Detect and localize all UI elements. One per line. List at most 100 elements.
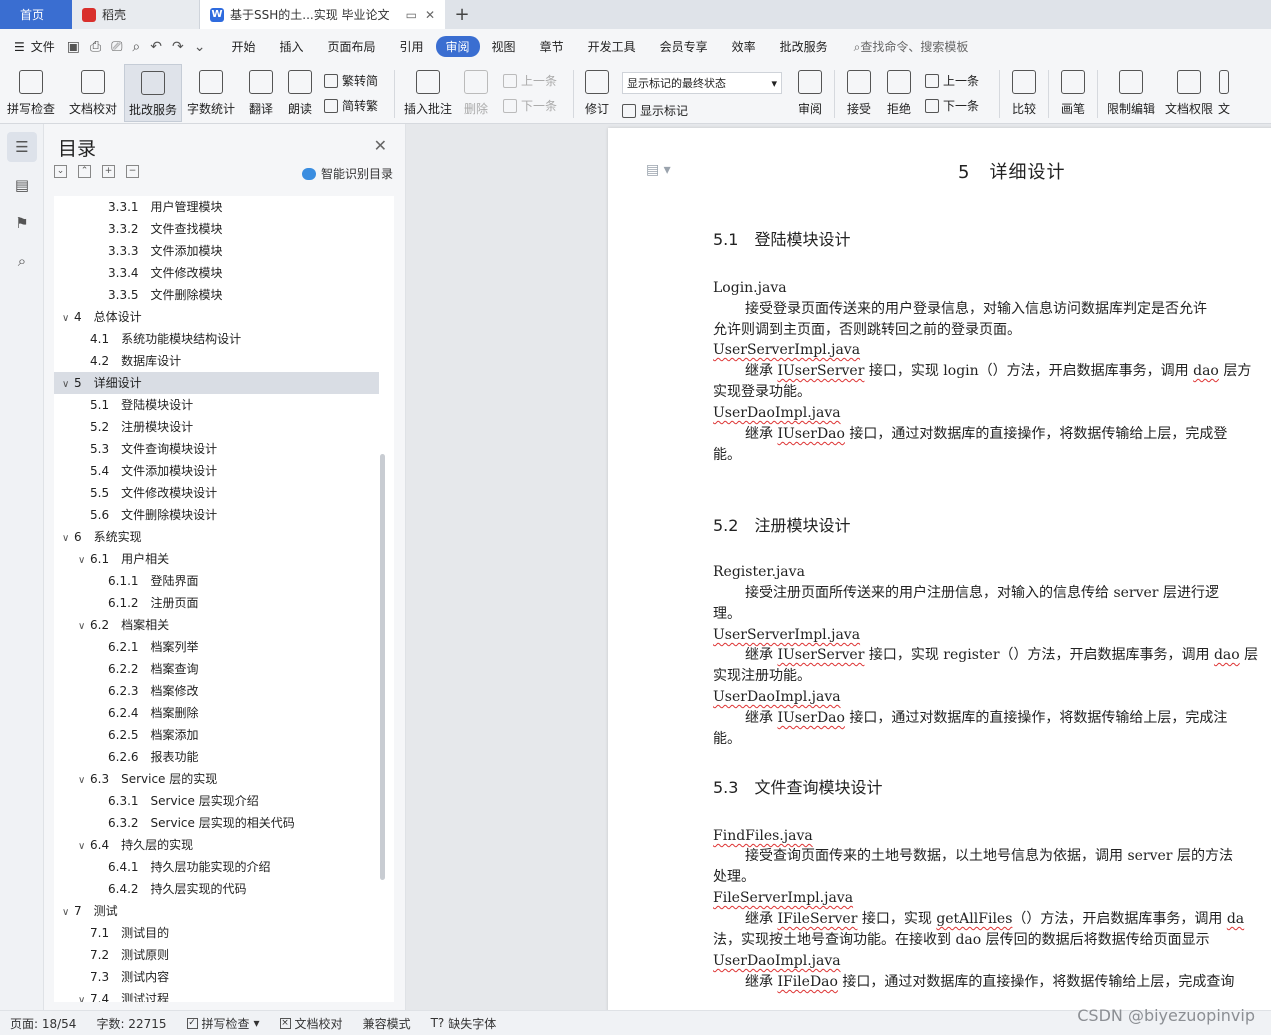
toc-item[interactable]: 3.3.1 用户管理模块 xyxy=(54,196,379,218)
expand-up-icon[interactable]: ⌃ xyxy=(78,165,91,178)
prev-change-button[interactable]: 上一条 xyxy=(925,72,995,89)
toc-item[interactable]: 3.3.4 文件修改模块 xyxy=(54,262,379,284)
collapse-all-icon[interactable]: ⌄ xyxy=(54,165,67,178)
toc-item[interactable]: 6.2.5 档案添加 xyxy=(54,724,379,746)
toc-item[interactable]: 6.3.1 Service 层实现介绍 xyxy=(54,790,379,812)
command-search[interactable]: ⌕查找命令、搜索模板 xyxy=(854,38,969,55)
translate-button[interactable]: 翻译 xyxy=(240,64,282,122)
toc-scrollbar[interactable] xyxy=(380,454,385,880)
toc-item[interactable]: 5.4 文件添加模块设计 xyxy=(54,460,379,482)
toc-item[interactable]: ∨ 4 总体设计 xyxy=(54,306,379,328)
prev-comment-button[interactable]: 上一条 xyxy=(503,72,569,89)
menu-layout[interactable]: 页面布局 xyxy=(316,38,388,55)
toc-item[interactable]: 6.4.2 持久层实现的代码 xyxy=(54,878,379,900)
redo-icon[interactable]: ↷ xyxy=(172,39,184,55)
page-indicator[interactable]: 页面: 18/54 xyxy=(10,1015,76,1032)
search-panel-icon[interactable]: ⌕ xyxy=(7,246,37,276)
next-comment-button[interactable]: 下一条 xyxy=(503,97,569,114)
bookmark-icon[interactable]: ⚑ xyxy=(7,208,37,238)
menu-start[interactable]: 开始 xyxy=(219,38,267,55)
toc-item[interactable]: ∨ 6.4 持久层的实现 xyxy=(54,834,379,856)
read-aloud-button[interactable]: 朗读 xyxy=(282,64,318,122)
more-icon[interactable]: ⌄ xyxy=(194,39,206,55)
chevron-down-icon[interactable]: ∨ xyxy=(78,616,90,638)
document-page[interactable]: ▤ ▾ 5 详细设计 5.1 登陆模块设计 Login.java 接受登录页面传… xyxy=(608,128,1271,1010)
toc-item[interactable]: 5.6 文件删除模块设计 xyxy=(54,504,379,526)
toc-item[interactable]: ∨ 7.4 测试过程 xyxy=(54,988,379,1002)
undo-icon[interactable]: ↶ xyxy=(150,39,162,55)
missing-font-button[interactable]: T? 缺失字体 xyxy=(431,1015,497,1032)
chevron-down-icon[interactable]: ∨ xyxy=(78,770,90,792)
menu-references[interactable]: 引用 xyxy=(388,38,436,55)
more-ribbon-button[interactable]: 文 xyxy=(1218,64,1230,122)
next-change-button[interactable]: 下一条 xyxy=(925,97,995,114)
word-count-indicator[interactable]: 字数: 22715 xyxy=(96,1015,166,1032)
delete-comment-button[interactable]: 删除 xyxy=(457,64,495,122)
chevron-down-icon[interactable]: ∨ xyxy=(62,374,74,396)
track-changes-button[interactable]: 修订 xyxy=(578,64,616,122)
print-icon[interactable]: ⎚ xyxy=(111,39,122,55)
smart-toc-button[interactable]: 智能识别目录 xyxy=(301,165,393,182)
new-tab-button[interactable]: + xyxy=(445,0,479,29)
compat-mode[interactable]: 兼容模式 xyxy=(363,1015,411,1032)
doc-permission-button[interactable]: 文档权限 xyxy=(1160,64,1218,122)
toc-item[interactable]: 6.1.1 登陆界面 xyxy=(54,570,379,592)
add-heading-icon[interactable]: + xyxy=(102,165,115,178)
toc-item[interactable]: 7.2 测试原则 xyxy=(54,944,379,966)
toc-item[interactable]: 5.5 文件修改模块设计 xyxy=(54,482,379,504)
insert-comment-button[interactable]: 插入批注 xyxy=(399,64,457,122)
toc-item[interactable]: ∨ 6.3 Service 层的实现 xyxy=(54,768,379,790)
tab-pin-icon[interactable]: ▭ xyxy=(406,8,417,22)
toc-item[interactable]: 6.4.1 持久层功能实现的介绍 xyxy=(54,856,379,878)
chapter-panel-icon[interactable]: ▤ xyxy=(7,170,37,200)
tab-home[interactable]: 首页 xyxy=(0,0,72,29)
status-doc-check[interactable]: × 文档校对 xyxy=(279,1015,343,1032)
correction-service-button[interactable]: 批改服务 xyxy=(124,64,182,122)
chevron-down-icon[interactable]: ∨ xyxy=(62,902,74,924)
toc-item[interactable]: 3.3.2 文件查找模块 xyxy=(54,218,379,240)
chevron-down-icon[interactable]: ∨ xyxy=(78,990,90,1002)
toc-item[interactable]: 6.2.1 档案列举 xyxy=(54,636,379,658)
toc-item[interactable]: 5.1 登陆模块设计 xyxy=(54,394,379,416)
toc-item[interactable]: 4.2 数据库设计 xyxy=(54,350,379,372)
toc-item[interactable]: 3.3.5 文件删除模块 xyxy=(54,284,379,306)
trad-to-simp-button[interactable]: 繁转简 xyxy=(324,72,390,89)
toc-item[interactable]: 7.3 测试内容 xyxy=(54,966,379,988)
menu-review[interactable]: 审阅 xyxy=(435,36,480,57)
word-count-button[interactable]: 字数统计 xyxy=(182,64,240,122)
menu-section[interactable]: 章节 xyxy=(528,38,576,55)
reject-button[interactable]: 拒绝 xyxy=(879,64,919,122)
toc-panel-icon[interactable]: ☰ xyxy=(7,132,37,162)
chevron-down-icon[interactable]: ∨ xyxy=(62,528,74,550)
toc-item[interactable]: ∨ 6 系统实现 xyxy=(54,526,379,548)
toc-item[interactable]: 7.1 测试目的 xyxy=(54,922,379,944)
review-pane-button[interactable]: 审阅 xyxy=(790,64,830,122)
status-spell-check[interactable]: ✓ 拼写检查 ▾ xyxy=(186,1015,260,1032)
print-preview-icon[interactable]: ⌕ xyxy=(132,39,140,55)
doc-check-button[interactable]: 文档校对 xyxy=(62,64,124,122)
toc-item[interactable]: 6.2.6 报表功能 xyxy=(54,746,379,768)
pen-button[interactable]: 画笔 xyxy=(1053,64,1093,122)
tab-close-icon[interactable]: ✕ xyxy=(425,8,435,22)
toc-item[interactable]: 6.2.3 档案修改 xyxy=(54,680,379,702)
restrict-editing-button[interactable]: 限制编辑 xyxy=(1102,64,1160,122)
accept-button[interactable]: 接受 xyxy=(839,64,879,122)
chevron-down-icon[interactable]: ∨ xyxy=(78,550,90,572)
menu-developer[interactable]: 开发工具 xyxy=(576,38,648,55)
toc-item[interactable]: 4.1 系统功能模块结构设计 xyxy=(54,328,379,350)
file-menu-button[interactable]: ☰ 文件 xyxy=(14,38,55,55)
menu-efficiency[interactable]: 效率 xyxy=(720,38,768,55)
tab-document[interactable]: W 基于SSH的土...实现 毕业论文 ▭ ✕ xyxy=(200,0,445,29)
toc-item[interactable]: ∨ 6.2 档案相关 xyxy=(54,614,379,636)
remove-heading-icon[interactable]: − xyxy=(126,165,139,178)
compare-button[interactable]: 比较 xyxy=(1004,64,1044,122)
simp-to-trad-button[interactable]: 简转繁 xyxy=(324,97,390,114)
show-markup-button[interactable]: 显示标记 xyxy=(622,102,790,119)
menu-view[interactable]: 视图 xyxy=(480,38,528,55)
menu-insert[interactable]: 插入 xyxy=(267,38,315,55)
chevron-down-icon[interactable]: ∨ xyxy=(62,308,74,330)
toc-item[interactable]: 6.2.2 档案查询 xyxy=(54,658,379,680)
toc-item[interactable]: ∨ 6.1 用户相关 xyxy=(54,548,379,570)
menu-member[interactable]: 会员专享 xyxy=(648,38,720,55)
export-pdf-icon[interactable]: ⎙ xyxy=(90,39,101,55)
